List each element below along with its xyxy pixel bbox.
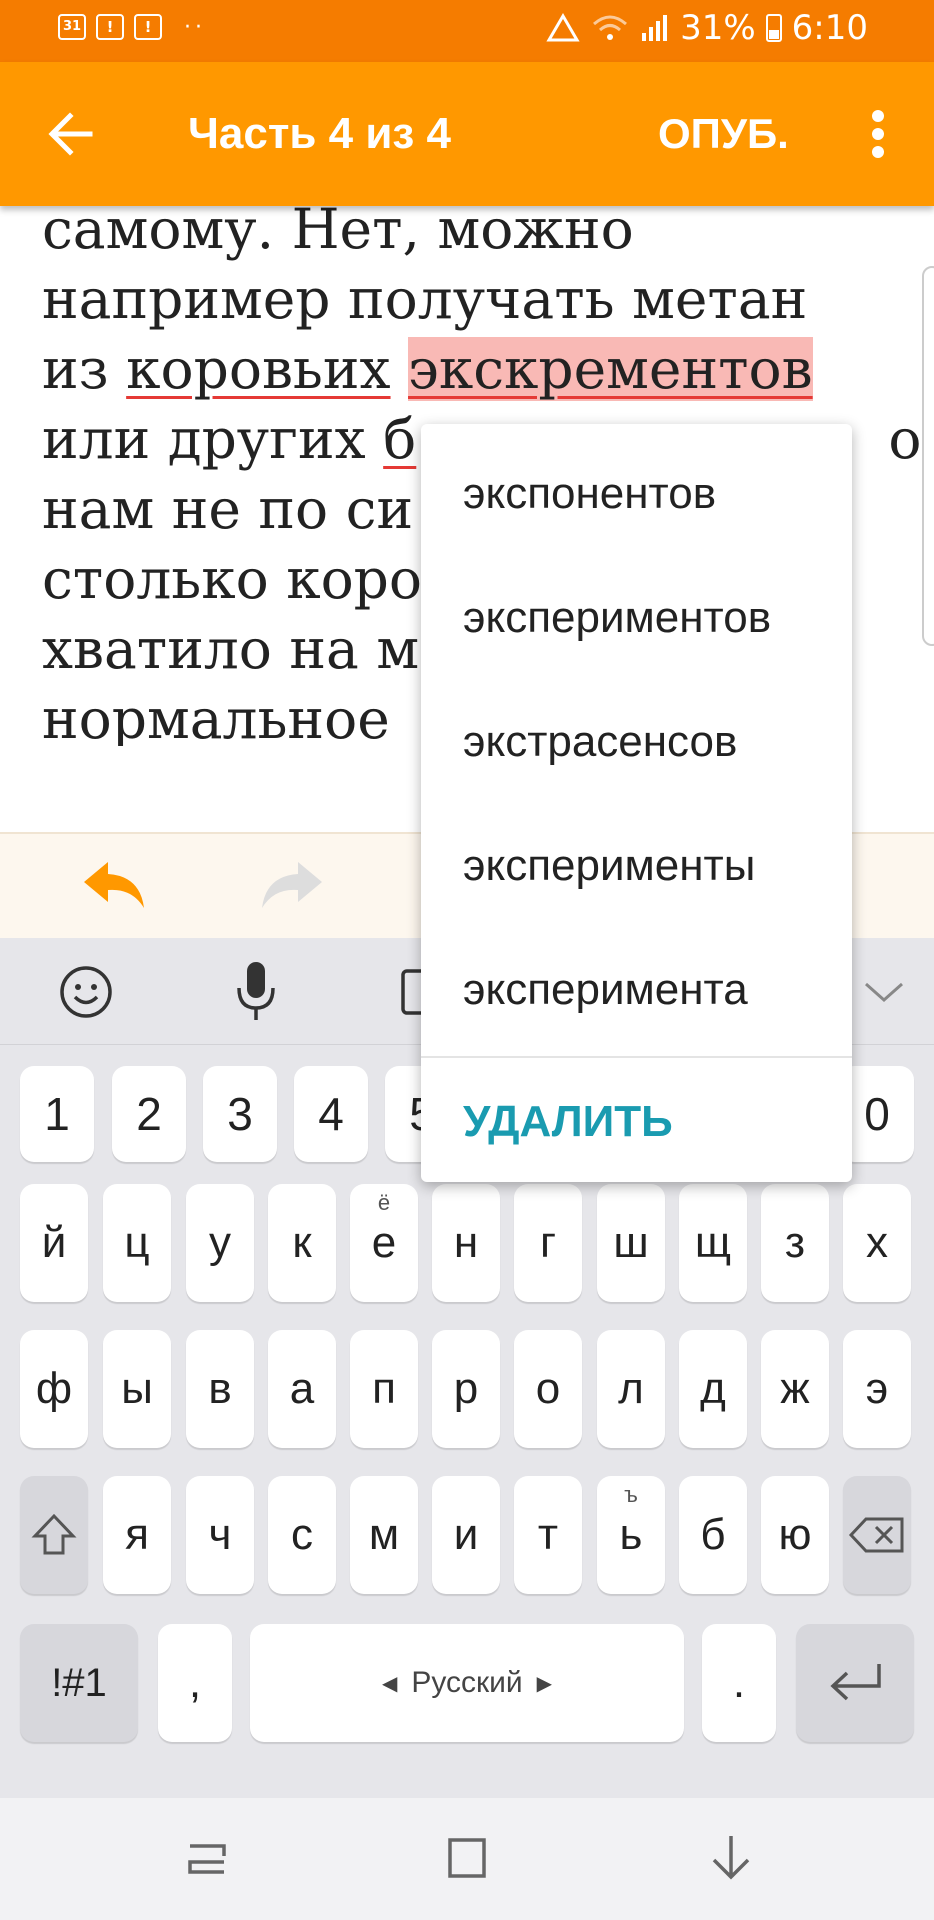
key-letter[interactable]: х <box>843 1184 911 1302</box>
text-line: нам не по си <box>42 477 414 541</box>
key-3[interactable]: 3 <box>203 1066 277 1162</box>
more-notifications-icon: ·· <box>184 14 206 40</box>
battery-icon <box>765 14 782 42</box>
key-letter[interactable]: б <box>679 1476 747 1594</box>
key-1[interactable]: 1 <box>20 1066 94 1162</box>
misspelled-word[interactable]: коровьих <box>126 337 390 401</box>
key-letter[interactable]: п <box>350 1330 418 1448</box>
key-letter[interactable]: м <box>350 1476 418 1594</box>
space-language-label: Русский <box>411 1666 523 1699</box>
home-icon[interactable] <box>444 1834 490 1882</box>
text-line: нормальное <box>42 687 390 746</box>
key-letter[interactable]: ш <box>597 1184 665 1302</box>
key-letter[interactable]: ю <box>761 1476 829 1594</box>
key-letter[interactable]: я <box>103 1476 171 1594</box>
symbols-key[interactable]: !#1 <box>20 1624 138 1742</box>
recent-apps-icon[interactable] <box>184 1836 230 1882</box>
language-next-icon: ▶ <box>536 1672 553 1695</box>
key-letter-soft-sign[interactable]: ъь <box>597 1476 665 1594</box>
back-arrow-icon[interactable] <box>40 102 110 166</box>
signal-icon <box>642 15 668 41</box>
text-line: хватило на м <box>42 617 420 681</box>
text-line: столько коро <box>42 547 423 611</box>
comma-key[interactable]: , <box>158 1624 232 1742</box>
key-letter[interactable]: у <box>186 1184 254 1302</box>
navigation-bar <box>0 1798 934 1920</box>
redo-icon[interactable] <box>256 858 326 912</box>
backspace-icon <box>848 1517 904 1553</box>
backspace-key[interactable] <box>843 1476 911 1594</box>
key-letter[interactable]: н <box>432 1184 500 1302</box>
publish-button[interactable]: ОПУБ. <box>658 102 789 166</box>
key-letter[interactable]: о <box>514 1330 582 1448</box>
data-sync-icon <box>546 13 580 42</box>
key-letter[interactable]: к <box>268 1184 336 1302</box>
text-line: из коровьих экскрементов <box>42 337 813 401</box>
suggestion-item[interactable]: экспериментов <box>463 588 771 648</box>
key-letter[interactable]: э <box>843 1330 911 1448</box>
divider <box>421 1056 852 1058</box>
key-letter[interactable]: ч <box>186 1476 254 1594</box>
key-letter[interactable]: ф <box>20 1330 88 1448</box>
calendar-icon: 31 <box>58 14 86 40</box>
key-letter-e[interactable]: ёе <box>350 1184 418 1302</box>
overflow-menu-icon[interactable] <box>858 102 898 166</box>
key-letter[interactable]: д <box>679 1330 747 1448</box>
key-letter[interactable]: с <box>268 1476 336 1594</box>
hide-keyboard-icon[interactable] <box>708 1832 754 1882</box>
enter-key[interactable] <box>796 1624 914 1742</box>
key-letter[interactable]: з <box>761 1184 829 1302</box>
key-hint: ъ <box>624 1482 638 1507</box>
delete-button[interactable]: УДАЛИТЬ <box>463 1092 673 1152</box>
suggestion-item[interactable]: экстрасенсов <box>463 712 737 772</box>
key-letter[interactable]: ц <box>103 1184 171 1302</box>
key-2[interactable]: 2 <box>112 1066 186 1162</box>
chevron-down-icon[interactable] <box>862 978 906 1006</box>
key-letter[interactable]: й <box>20 1184 88 1302</box>
period-key[interactable]: . <box>702 1624 776 1742</box>
alert-icon: ! <box>96 14 124 40</box>
enter-icon <box>830 1664 881 1701</box>
shift-icon <box>31 1513 77 1555</box>
key-letter[interactable]: г <box>514 1184 582 1302</box>
suggestion-item[interactable]: эксперимента <box>463 960 748 1020</box>
app-bar: Часть 4 из 4 ОПУБ. <box>0 62 934 206</box>
space-key[interactable]: ◀ Русский ▶ <box>250 1624 684 1742</box>
text-line: самому. Нет, можно <box>42 206 634 261</box>
key-letter[interactable]: и <box>432 1476 500 1594</box>
emoji-icon[interactable] <box>58 964 114 1020</box>
key-hint: ё <box>377 1190 391 1215</box>
status-bar: 31 ! ! ·· 31% 6:10 <box>0 0 934 62</box>
key-letter[interactable]: л <box>597 1330 665 1448</box>
selected-misspelled-word[interactable]: экскрементов <box>408 337 813 401</box>
page-title: Часть 4 из 4 <box>188 109 451 158</box>
key-letter[interactable]: ж <box>761 1330 829 1448</box>
microphone-icon[interactable] <box>234 960 278 1024</box>
shift-key[interactable] <box>20 1476 88 1594</box>
key-letter[interactable]: в <box>186 1330 254 1448</box>
key-letter[interactable]: р <box>432 1330 500 1448</box>
key-4[interactable]: 4 <box>294 1066 368 1162</box>
scrollbar[interactable] <box>922 266 934 646</box>
key-letter[interactable]: т <box>514 1476 582 1594</box>
suggestion-item[interactable]: эксперименты <box>463 836 755 896</box>
key-letter[interactable]: ы <box>103 1330 171 1448</box>
spell-suggestions-popup: экспонентов экспериментов экстрасенсов э… <box>421 424 852 1182</box>
language-prev-icon: ◀ <box>381 1672 398 1695</box>
alert-icon: ! <box>134 14 162 40</box>
text-line: например получать метан <box>42 267 808 331</box>
key-letter[interactable]: а <box>268 1330 336 1448</box>
battery-percent: 31% <box>680 8 756 48</box>
key-letter[interactable]: щ <box>679 1184 747 1302</box>
clock: 6:10 <box>791 8 868 48</box>
undo-icon[interactable] <box>80 858 150 912</box>
wifi-icon <box>593 15 628 40</box>
suggestion-item[interactable]: экспонентов <box>463 464 716 524</box>
